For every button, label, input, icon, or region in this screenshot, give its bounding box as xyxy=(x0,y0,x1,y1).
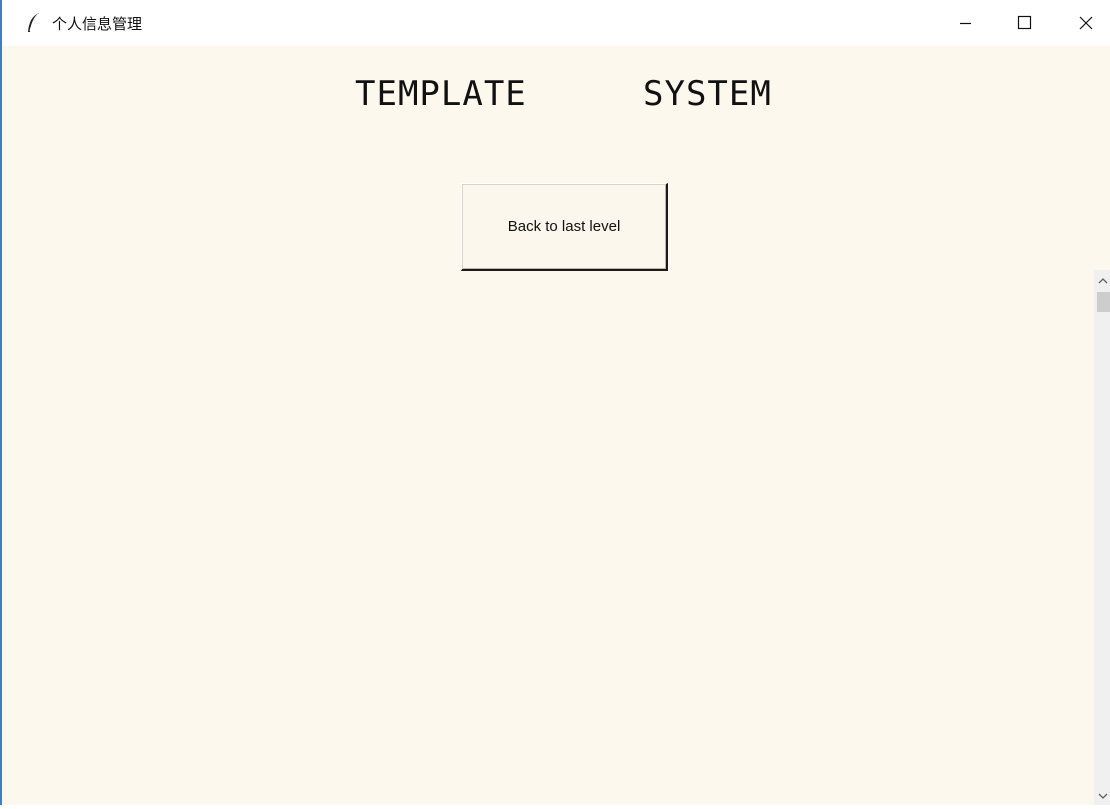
scroll-thumb[interactable] xyxy=(1097,292,1110,312)
scroll-down-button[interactable] xyxy=(1094,787,1110,805)
close-button[interactable] xyxy=(1062,0,1108,46)
back-to-last-level-button[interactable]: Back to last level xyxy=(461,183,668,271)
vertical-scrollbar[interactable] xyxy=(1094,270,1110,805)
chevron-down-icon xyxy=(1098,793,1108,799)
maximize-icon xyxy=(1017,15,1032,30)
app-window: 个人信息管理 TEMPLATE SYSTEM Back to last leve… xyxy=(0,0,1110,805)
heading-system: SYSTEM xyxy=(643,74,772,114)
minimize-icon xyxy=(960,22,971,25)
scroll-up-button[interactable] xyxy=(1094,272,1110,290)
window-title: 个人信息管理 xyxy=(52,15,143,33)
title-bar[interactable]: 个人信息管理 xyxy=(2,0,1110,46)
feather-icon xyxy=(24,12,44,34)
close-icon xyxy=(1079,16,1093,30)
maximize-button[interactable] xyxy=(1000,0,1046,46)
minimize-button[interactable] xyxy=(942,0,988,46)
chevron-up-icon xyxy=(1098,278,1108,284)
heading-template: TEMPLATE xyxy=(355,74,527,114)
